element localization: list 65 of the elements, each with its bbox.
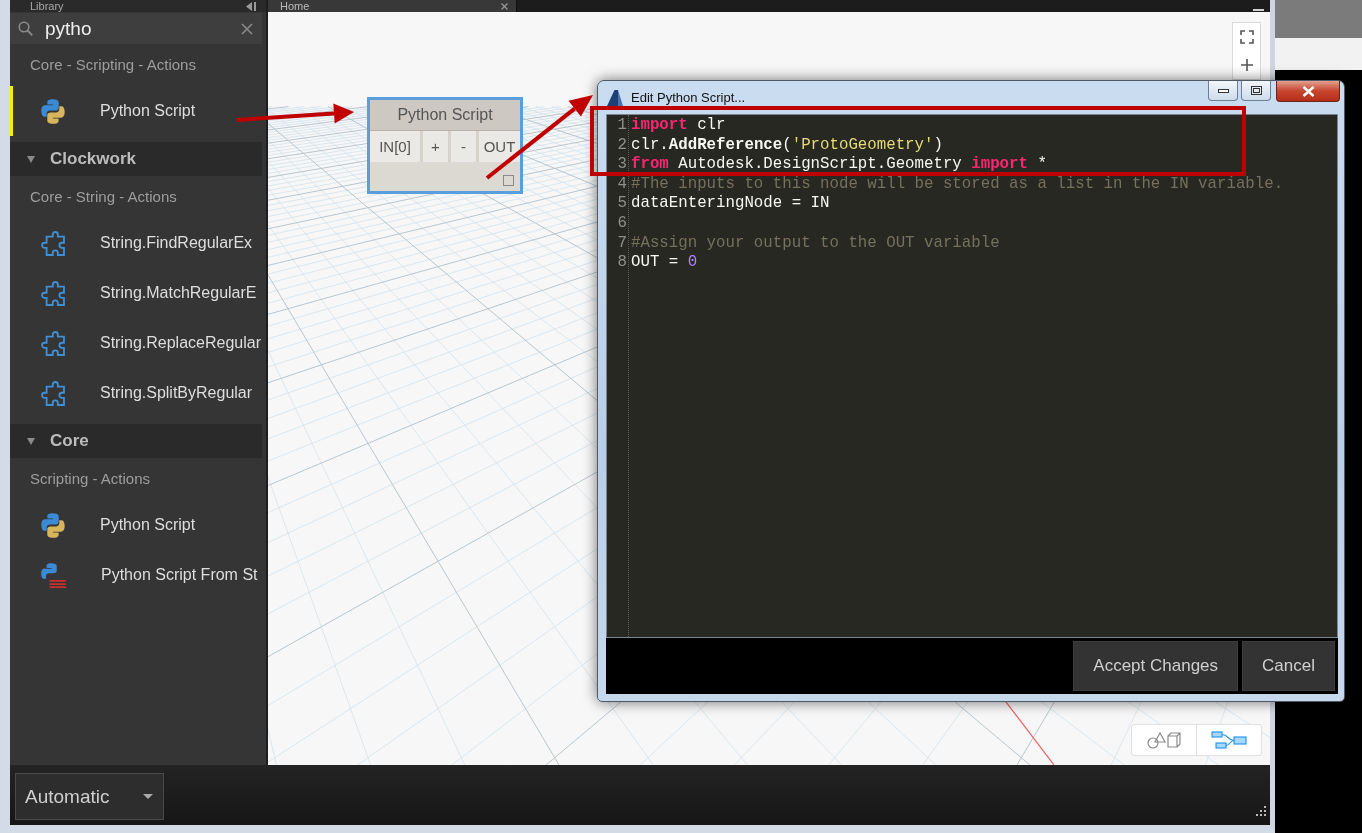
line-number: 1	[616, 116, 628, 136]
clear-icon[interactable]	[241, 22, 253, 35]
puzzle-icon	[41, 280, 65, 306]
app-logo-icon	[606, 88, 624, 107]
line-number: 3	[616, 155, 628, 175]
code-editor[interactable]	[606, 114, 1338, 638]
caret-icon	[143, 794, 153, 799]
search-field[interactable]: pytho	[10, 13, 262, 44]
dialog-title: Edit Python Script...	[631, 90, 746, 105]
minimize-button[interactable]	[1208, 81, 1238, 101]
square-icon[interactable]	[503, 175, 514, 186]
resize-grip-icon[interactable]	[1254, 806, 1266, 818]
python-icon	[41, 512, 65, 538]
close-icon	[1301, 85, 1315, 97]
geometry-icon	[1147, 731, 1181, 749]
puzzle-icon	[41, 380, 65, 406]
code-line: #The inputs to this node will be stored as a list in the IN variable.	[631, 174, 1285, 195]
accept-button[interactable]: Accept Changes	[1073, 641, 1239, 691]
library-item[interactable]: String.FindRegularEx	[10, 218, 266, 268]
code-line: clr.AddReference('ProtoGeometry')	[631, 135, 944, 156]
python-script-icon	[41, 562, 66, 588]
puzzle-icon	[41, 230, 65, 256]
code-line: dataEnteringNode = IN	[631, 194, 831, 214]
section-header[interactable]: Clockwork	[10, 142, 262, 176]
run-mode-dropdown[interactable]: Automatic	[15, 773, 164, 820]
line-number: 4	[616, 174, 628, 195]
collapse-icon[interactable]	[246, 1, 258, 11]
library-item[interactable]: String.ReplaceRegular	[10, 318, 266, 368]
port-button[interactable]: +	[423, 131, 448, 162]
panel-title: Library	[30, 0, 64, 12]
library-item[interactable]: String.SplitByRegular	[10, 368, 266, 418]
close-icon[interactable]	[501, 2, 508, 10]
maximize-button[interactable]	[1241, 81, 1271, 101]
code-line: import clr	[631, 116, 727, 136]
maximize-icon	[1250, 86, 1262, 95]
library-item[interactable]: Python Script From St	[10, 550, 266, 600]
line-number: 8	[616, 253, 628, 273]
puzzle-icon	[41, 330, 65, 356]
category-label: Core - String - Actions	[29, 187, 178, 207]
line-number: 6	[616, 213, 628, 234]
search-icon	[18, 21, 33, 36]
library-item[interactable]: Python Script	[10, 500, 266, 550]
cancel-button[interactable]: Cancel	[1242, 641, 1335, 691]
section-header[interactable]: Core	[10, 424, 262, 458]
category-label: Core - Scripting - Actions	[29, 55, 197, 75]
node-title: Python Script	[370, 100, 520, 131]
code-line: OUT = 0	[631, 253, 699, 273]
tab[interactable]: Home	[268, 0, 517, 12]
plus-icon	[1240, 59, 1253, 71]
input-port[interactable]: IN[0]	[370, 131, 420, 162]
port-button[interactable]: -	[451, 131, 476, 162]
close-button[interactable]	[1276, 81, 1340, 102]
line-number: 2	[616, 135, 628, 156]
minimize-icon	[1217, 88, 1229, 93]
fit-view-icon	[1239, 30, 1254, 44]
python-node[interactable]: Python Script IN[0] + - OUT	[367, 97, 523, 194]
line-number: 7	[616, 233, 628, 254]
code-line: from Autodesk.DesignScript.Geometry import *	[631, 155, 1048, 175]
line-number: 5	[616, 194, 628, 214]
output-port[interactable]: OUT	[479, 131, 520, 162]
graph-icon	[1211, 731, 1247, 749]
python-icon	[41, 98, 65, 124]
library-item[interactable]: String.MatchRegularE	[10, 268, 266, 318]
category-label: Scripting - Actions	[29, 469, 152, 489]
code-line: #Assign your output to the OUT variable	[631, 233, 1001, 254]
